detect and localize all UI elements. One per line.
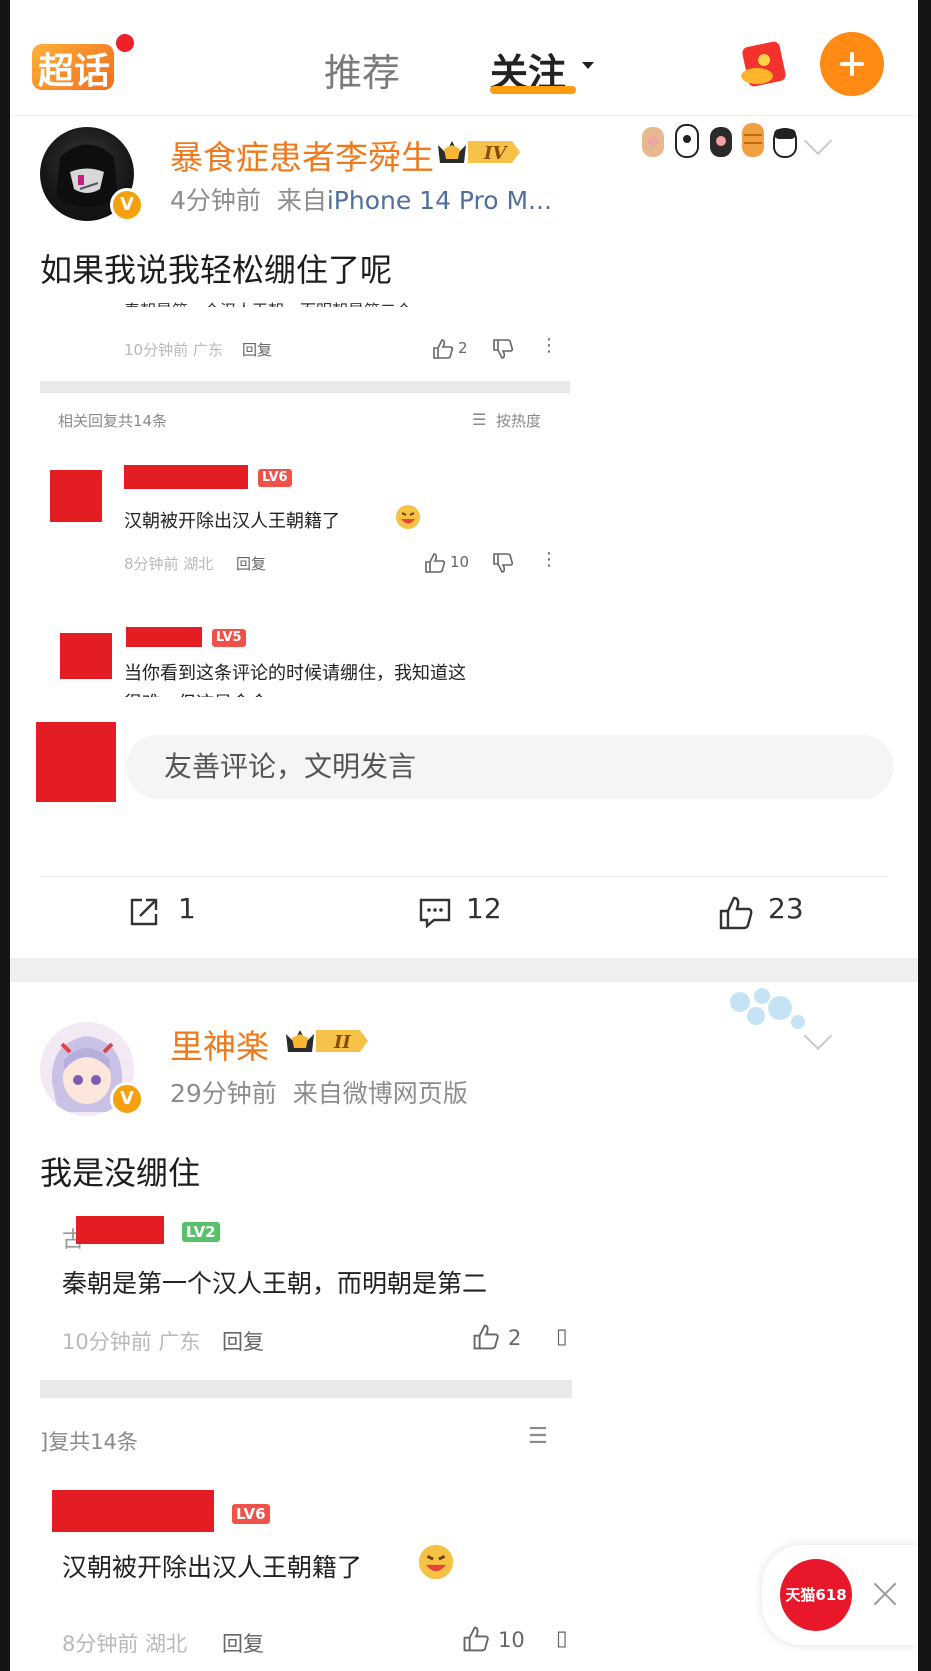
thumbs-down-icon — [493, 339, 514, 359]
feed-page: 超话 推荐 关注 V 暴食症患者李舜生 IV 4分钟前 来自iPhone 14 … — [10, 0, 918, 1671]
comment-button[interactable]: 12 — [418, 892, 528, 938]
notification-dot — [114, 32, 136, 54]
share-button[interactable]: 1 — [128, 892, 218, 938]
verified-badge-icon: V — [110, 188, 144, 222]
like-button[interactable]: 23 — [718, 892, 828, 938]
comment-count: 12 — [466, 892, 502, 925]
verified-badge-icon: V — [110, 1082, 144, 1116]
crown-level-text: II — [333, 1032, 351, 1053]
related-replies-count: 相关回复共14条 — [58, 412, 168, 430]
post-separator — [10, 958, 918, 982]
post-time: 4分钟前 — [170, 186, 261, 215]
laughing-emoji-icon — [418, 1544, 454, 1580]
level-badge: LV6 — [258, 469, 292, 487]
comment-text: 当你看到这条评论的时候请绷住，我知道这 — [124, 663, 466, 684]
post-meta: 4分钟前 来自iPhone 14 Pro M... — [170, 181, 552, 217]
comment-text: 秦朝是第一个汉人王朝，而明朝是第二 — [62, 1269, 488, 1298]
like-count: 2 — [508, 1326, 522, 1350]
level-badge: LV5 — [212, 629, 246, 647]
thumbs-up-icon — [473, 1324, 499, 1350]
chevron-down-icon[interactable] — [582, 62, 594, 69]
post-card-1: V 暴食症患者李舜生 IV 4分钟前 来自iPhone 14 Pro M... … — [10, 115, 918, 958]
thumbs-up-icon — [463, 1626, 489, 1652]
more-dots-icon: ⋮ — [540, 335, 558, 356]
top-nav: 超话 推荐 关注 — [10, 0, 918, 116]
redacted-avatar — [60, 633, 112, 679]
thumbs-down-icon — [493, 553, 514, 573]
divider — [40, 876, 888, 877]
like-count: 2 — [458, 339, 468, 357]
comment-meta: 8分钟前 湖北 — [124, 555, 214, 573]
floating-ad[interactable]: 天猫618 — [762, 1545, 918, 1645]
logo-text: 超话 — [38, 51, 111, 92]
thumbs-up-icon — [719, 896, 753, 930]
like-count: 10 — [498, 1628, 525, 1652]
comment-meta: 10分钟前 广东 — [62, 1330, 201, 1354]
redacted-username — [124, 465, 248, 489]
laughing-emoji-icon — [396, 505, 420, 529]
close-icon[interactable] — [870, 1579, 900, 1609]
tmall-618-icon[interactable]: 天猫618 — [780, 1559, 852, 1631]
reply-label: 回复 — [236, 555, 267, 573]
comment-meta: 10分钟前 广东 — [124, 341, 223, 359]
like-count: 23 — [768, 892, 804, 925]
post-image-screenshot[interactable]: 古 LV2 秦朝是第一个汉人王朝，而明朝是第二 10分钟前 广东 回复 2 ▯ … — [40, 1208, 572, 1671]
redacted-avatar — [50, 470, 102, 522]
cut-comment-text: 秦朝是第一个汉人王朝，而明朝是第二个 — [124, 297, 412, 307]
section-divider — [40, 1380, 572, 1398]
redacted-username — [126, 627, 202, 647]
sort-icon: ☰ — [528, 1424, 548, 1449]
post-image-screenshot[interactable]: 秦朝是第一个汉人王朝，而明朝是第二个 10分钟前 广东 回复 2 ⋮ 相关回复共… — [40, 297, 570, 697]
add-post-button[interactable] — [820, 32, 884, 96]
sort-icon: ☰ — [472, 410, 487, 429]
left-edge — [0, 0, 10, 1671]
comment-text: 汉朝被开除出汉人王朝籍了 — [62, 1553, 363, 1582]
crown-level-text: IV — [483, 143, 508, 164]
right-edge — [918, 0, 931, 1671]
tab-recommend[interactable]: 推荐 — [324, 42, 400, 97]
share-count: 1 — [178, 892, 196, 925]
level-badge: LV2 — [182, 1222, 220, 1242]
thumbs-up-icon — [433, 339, 454, 359]
related-replies-count: ]复共14条 — [40, 1430, 138, 1454]
level-badge: LV6 — [232, 1504, 270, 1524]
cut-comment-text: 很难，但这是命令 — [124, 689, 268, 697]
active-tab-indicator — [490, 86, 576, 94]
reply-label: 回复 — [222, 1330, 264, 1354]
post-author-name[interactable]: 里神楽 — [170, 1020, 269, 1068]
supertopic-logo[interactable]: 超话 — [32, 40, 116, 94]
comment-meta: 8分钟前 湖北 — [62, 1632, 188, 1656]
thumbs-down-icon: ▯ — [556, 1626, 568, 1650]
crown-level-icon: II — [286, 1030, 368, 1053]
thumbs-up-icon — [425, 553, 446, 573]
reply-label: 回复 — [242, 341, 273, 359]
reply-label: 回复 — [222, 1632, 264, 1656]
redacted-username — [52, 1490, 214, 1532]
redacted-user-avatar — [36, 722, 116, 802]
post-source[interactable]: iPhone 14 Pro M... — [327, 186, 552, 215]
thumbs-down-icon: ▯ — [556, 1324, 568, 1348]
post-source[interactable]: 来自微博网页版 — [293, 1079, 468, 1108]
comment-icon — [419, 898, 451, 928]
crown-level-icon: IV — [438, 141, 520, 164]
post-text: 我是没绷住 — [40, 1154, 201, 1192]
red-packet-icon[interactable] — [735, 38, 791, 90]
more-dots-icon: ⋮ — [540, 549, 558, 570]
redacted-username — [76, 1216, 164, 1244]
comment-input[interactable]: 友善评论，文明发言 — [126, 735, 894, 799]
post-time: 29分钟前 — [170, 1079, 277, 1108]
post-author-name[interactable]: 暴食症患者李舜生 — [170, 131, 434, 179]
comment-text: 汉朝被开除出汉人王朝籍了 — [124, 511, 340, 532]
section-divider — [40, 381, 570, 393]
share-icon — [130, 898, 158, 926]
source-prefix: 来自 — [276, 186, 327, 215]
post-text: 如果我说我轻松绷住了呢 — [40, 251, 393, 289]
like-count: 10 — [450, 553, 470, 571]
post-meta: 29分钟前 来自微博网页版 — [170, 1074, 468, 1110]
sort-label: 按热度 — [496, 412, 542, 430]
